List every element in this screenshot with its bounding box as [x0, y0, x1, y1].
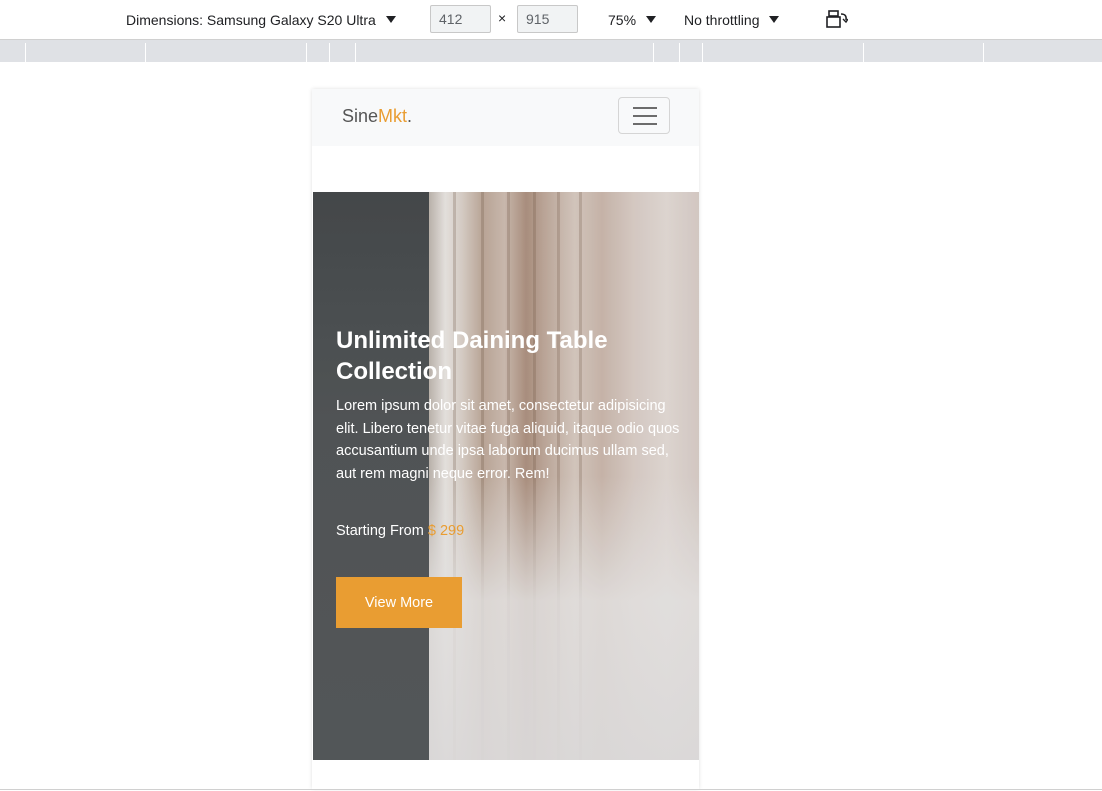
media-query-bar[interactable] [0, 40, 1102, 62]
hero-description: Lorem ipsum dolor sit amet, consectetur … [336, 398, 680, 482]
brand-accent: Mkt [378, 106, 408, 126]
hero-title: Unlimited Daining Table Collection [336, 327, 608, 385]
divider [0, 789, 1102, 790]
menu-toggle-button[interactable] [618, 97, 670, 134]
hero-price: Starting From $ 299 [336, 523, 464, 539]
height-input[interactable]: 915 [517, 5, 578, 33]
device-select-label: Dimensions: Samsung Galaxy S20 Ultra [126, 11, 376, 28]
width-input[interactable]: 412 [430, 5, 491, 33]
times-symbol: × [498, 10, 507, 26]
price-prefix: Starting From [336, 523, 424, 539]
navbar: SineMkt. [312, 89, 699, 146]
device-screen: SineMkt. Unlimited Daining Table Collect… [312, 89, 699, 789]
price-amount: $ 299 [427, 523, 465, 539]
brand-main: Sine [342, 106, 379, 126]
throttling-select-label: No throttling [684, 11, 760, 28]
chevron-down-icon [769, 16, 780, 23]
hamburger-icon [633, 107, 657, 109]
device-select[interactable]: Dimensions: Samsung Galaxy S20 Ultra [126, 0, 396, 39]
chevron-down-icon [385, 16, 396, 23]
brand-logo[interactable]: SineMkt. [342, 106, 412, 127]
zoom-select-label: 75% [608, 11, 637, 28]
hero-banner: Unlimited Daining Table Collection Lorem… [313, 192, 699, 760]
throttling-select[interactable]: No throttling [684, 0, 780, 39]
brand-dot: . [407, 106, 413, 126]
view-more-button[interactable]: View More [336, 577, 462, 628]
zoom-select[interactable]: 75% [608, 0, 657, 39]
rotate-icon[interactable] [826, 9, 848, 29]
chevron-down-icon [646, 16, 657, 23]
device-toolbar: Dimensions: Samsung Galaxy S20 Ultra 412… [0, 0, 1102, 40]
